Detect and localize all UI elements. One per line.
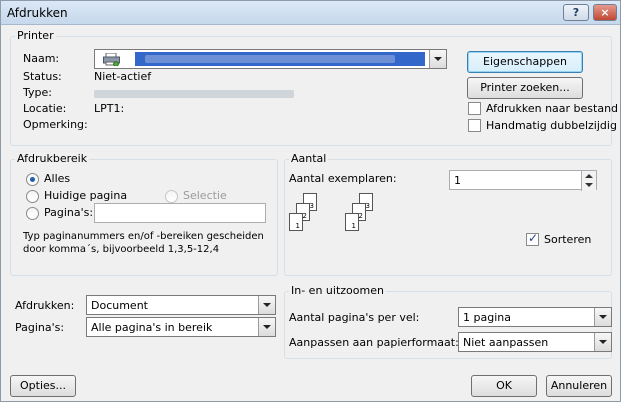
type-label: Type:	[23, 86, 52, 99]
location-value: LPT1:	[94, 102, 125, 115]
collate-label: Sorteren	[544, 233, 592, 246]
status-label: Status:	[23, 70, 62, 83]
selected-printer-highlight	[135, 52, 425, 66]
print-what-value: Document	[91, 299, 148, 312]
help-button[interactable]: ?	[563, 4, 589, 21]
chevron-down-icon[interactable]	[258, 318, 275, 336]
chevron-down-icon[interactable]	[594, 308, 611, 326]
copies-count-value: 1	[454, 174, 461, 187]
chevron-down-icon[interactable]	[594, 333, 611, 351]
printer-name-blurred	[145, 55, 395, 63]
range-pages-label: Pagina's:	[44, 206, 94, 219]
per-sheet-value: 1 pagina	[463, 311, 511, 324]
scale-value: Niet aanpassen	[463, 336, 549, 349]
print-dialog: Afdrukken ? × Printer Naam: Status: Niet…	[0, 0, 621, 402]
range-hint-line2: door komma´s, bijvoorbeeld 1,3,5-12,4	[23, 244, 220, 255]
print-what-select[interactable]: Document	[86, 295, 276, 315]
close-button[interactable]: ×	[593, 4, 617, 21]
range-selection-label: Selectie	[183, 189, 227, 202]
range-current-radio[interactable]	[26, 190, 39, 203]
properties-button[interactable]: Eigenschappen	[467, 51, 583, 73]
range-all-radio[interactable]	[26, 173, 39, 186]
print-what-label: Afdrukken:	[15, 299, 75, 312]
per-sheet-label: Aantal pagina's per vel:	[289, 311, 420, 324]
chevron-down-icon[interactable]	[258, 296, 275, 314]
print-pages-value: Alle pagina's in bereik	[91, 321, 213, 334]
copies-count-label: Aantal exemplaren:	[289, 172, 397, 185]
copies-count-input[interactable]: 1	[449, 170, 597, 191]
print-range-label: Afdrukbereik	[15, 152, 90, 165]
print-to-file-checkbox[interactable]	[468, 102, 481, 115]
printer-group-label: Printer	[15, 29, 56, 42]
chevron-down-icon[interactable]	[429, 50, 446, 68]
page-range-input[interactable]	[94, 203, 266, 223]
printer-icon	[103, 52, 120, 67]
copies-group-label: Aantal	[289, 152, 329, 165]
range-selection-radio[interactable]	[165, 190, 178, 203]
per-sheet-select[interactable]: 1 pagina	[458, 307, 612, 327]
type-value-blurred	[94, 90, 294, 98]
range-pages-radio[interactable]	[26, 207, 39, 220]
cancel-button[interactable]: Annuleren	[546, 375, 612, 397]
printer-name-label: Naam:	[23, 52, 60, 65]
scale-label: Aanpassen aan papierformaat:	[289, 336, 459, 349]
scale-select[interactable]: Niet aanpassen	[458, 332, 612, 352]
print-pages-select[interactable]: Alle pagina's in bereik	[86, 317, 276, 337]
collate-checkbox[interactable]	[526, 231, 539, 246]
range-all-label: Alles	[44, 172, 71, 185]
ok-button[interactable]: OK	[471, 375, 537, 397]
range-current-label: Huidige pagina	[44, 189, 128, 202]
find-printer-button[interactable]: Printer zoeken...	[467, 77, 583, 99]
dialog-title: Afdrukken	[7, 6, 68, 20]
options-button[interactable]: Opties...	[10, 375, 76, 397]
comment-label: Opmerking:	[23, 118, 88, 131]
range-hint-line1: Typ paginanummers en/of -bereiken gesche…	[23, 231, 264, 242]
printer-name-select[interactable]	[94, 49, 447, 69]
manual-duplex-checkbox[interactable]	[468, 119, 481, 132]
collate-page-1b: 1	[345, 213, 359, 231]
copies-spinner[interactable]	[581, 171, 596, 191]
title-bar: Afdrukken ? ×	[1, 1, 620, 25]
zoom-group-label: In- en uitzoomen	[289, 284, 386, 297]
collate-illustration: 3 2 1 3 2 1	[289, 193, 379, 239]
collate-page-1a: 1	[289, 213, 303, 231]
status-value: Niet-actief	[94, 70, 152, 83]
manual-duplex-label: Handmatig dubbelzijdig	[486, 119, 617, 132]
print-to-file-label: Afdrukken naar bestand	[486, 102, 619, 115]
print-pages-label: Pagina's:	[15, 321, 65, 334]
location-label: Locatie:	[23, 102, 67, 115]
